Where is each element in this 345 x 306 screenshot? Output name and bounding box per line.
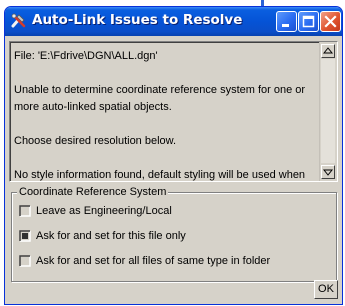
- dialog-window: Auto-Link Issues to Resolve File: 'E:\Fd…: [4, 6, 343, 305]
- radio-checked-icon: [19, 230, 31, 242]
- close-icon: [324, 15, 337, 28]
- maximize-icon: [302, 15, 315, 28]
- message-text: File: 'E:\Fdrive\DGN\ALL.dgn' Unable to …: [10, 42, 320, 181]
- title-bar[interactable]: Auto-Link Issues to Resolve: [5, 7, 342, 36]
- message-line-crs-unknown-2: more auto-linked spatial objects.: [14, 101, 172, 113]
- arrow-down-icon: [322, 169, 334, 176]
- crs-group-title: Coordinate Reference System: [17, 186, 169, 199]
- minimize-button[interactable]: [276, 11, 297, 32]
- message-line-blank: [14, 150, 320, 167]
- radio-label: Ask for and set for all files of same ty…: [36, 255, 271, 267]
- minimize-icon: [282, 24, 289, 27]
- scroll-thumb[interactable]: [321, 59, 335, 163]
- radio-label: Ask for and set for this file only: [36, 230, 186, 242]
- message-line-crs-unknown-1: Unable to determine coordinate reference…: [14, 84, 306, 96]
- message-line-blank: [14, 116, 320, 133]
- radio-unchecked-icon: [19, 255, 31, 267]
- message-line-style: No style information found, default styl…: [14, 169, 306, 181]
- message-line-file: File: 'E:\Fdrive\DGN\ALL.dgn': [14, 50, 158, 62]
- maximize-button[interactable]: [298, 11, 319, 32]
- message-text-area[interactable]: File: 'E:\Fdrive\DGN\ALL.dgn' Unable to …: [9, 41, 338, 182]
- radio-unchecked-icon: [19, 205, 31, 217]
- tools-icon: [10, 12, 28, 30]
- window-title: Auto-Link Issues to Resolve: [32, 12, 243, 28]
- close-button[interactable]: [320, 11, 341, 32]
- radio-label: Leave as Engineering/Local: [36, 205, 172, 217]
- ok-button[interactable]: OK: [314, 280, 338, 299]
- scroll-down-button[interactable]: [321, 165, 335, 179]
- message-line-blank: [14, 65, 320, 82]
- arrow-up-icon: [322, 47, 334, 54]
- message-line-choose: Choose desired resolution below.: [14, 135, 177, 147]
- vertical-scrollbar[interactable]: [319, 42, 337, 181]
- scroll-up-button[interactable]: [321, 44, 335, 58]
